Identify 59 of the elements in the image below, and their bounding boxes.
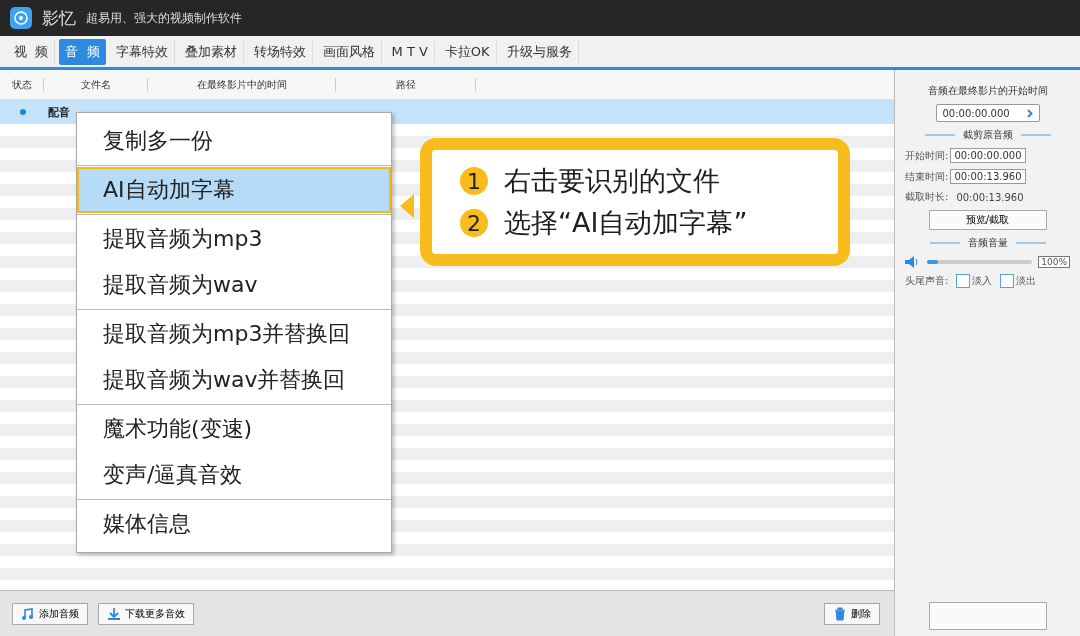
preview-button[interactable]: 预览/截取 bbox=[928, 210, 1047, 230]
menu-item[interactable]: 魔术功能(变速) bbox=[77, 406, 391, 452]
time-field[interactable]: 00:00:13.960 bbox=[950, 169, 1026, 184]
field-label: 开始时间: bbox=[905, 148, 949, 163]
file-name: 配音 bbox=[48, 104, 70, 120]
section-title: 音频音量 bbox=[967, 236, 1008, 250]
step-number: 2 bbox=[460, 209, 488, 237]
checkbox[interactable] bbox=[956, 274, 971, 288]
status-dot-icon bbox=[20, 109, 26, 115]
field-label: 截取时长: bbox=[905, 190, 949, 204]
column-header[interactable]: 路径 bbox=[336, 77, 476, 92]
menu-item[interactable]: 提取音频为mp3并替换回 bbox=[77, 311, 391, 357]
time-field[interactable]: 00:00:00.000 bbox=[950, 148, 1026, 163]
column-header[interactable]: 状态 bbox=[0, 77, 44, 92]
app-logo-icon bbox=[10, 7, 32, 29]
step-text: 右击要识别的文件 bbox=[504, 164, 720, 198]
volume-reading: 100% bbox=[1038, 256, 1070, 268]
field-label: 结束时间: bbox=[905, 169, 949, 184]
tab[interactable]: 音 频 bbox=[59, 38, 106, 65]
add-audio-button[interactable]: 添加音频 bbox=[12, 602, 88, 625]
section-title: 截剪原音频 bbox=[962, 128, 1013, 142]
tab[interactable]: 升级与服务 bbox=[500, 38, 579, 65]
chevron-right-icon bbox=[1026, 108, 1033, 118]
speaker-icon bbox=[905, 256, 921, 268]
step-number: 1 bbox=[460, 167, 488, 195]
menu-item[interactable]: 复制多一份 bbox=[77, 118, 391, 164]
app-name: 影忆 bbox=[42, 6, 76, 30]
column-header[interactable]: 文件名 bbox=[44, 77, 148, 92]
download-button[interactable]: 下载更多音效 bbox=[98, 602, 194, 625]
tab[interactable]: 叠加素材 bbox=[178, 38, 244, 65]
delete-button[interactable]: 删除 bbox=[824, 602, 880, 625]
volume-slider[interactable] bbox=[927, 260, 1033, 264]
tab[interactable]: 卡拉OK bbox=[438, 38, 497, 65]
column-header[interactable]: 在最终影片中的时间 bbox=[148, 77, 336, 92]
start-time-field[interactable]: 00:00:00.000 bbox=[935, 104, 1040, 122]
checkbox-label: 淡入 bbox=[972, 274, 993, 288]
panel-title: 音频在最终影片的开始时间 bbox=[927, 84, 1048, 98]
tab[interactable]: 转场特效 bbox=[247, 38, 313, 65]
tab[interactable]: M T V bbox=[385, 40, 435, 63]
checkbox-label: 淡出 bbox=[1016, 274, 1037, 288]
app-tagline: 超易用、强大的视频制作软件 bbox=[86, 9, 242, 27]
tab[interactable]: 视 频 bbox=[8, 38, 56, 65]
menu-item[interactable]: 提取音频为wav并替换回 bbox=[77, 357, 391, 403]
step-text: 选择“AI自动加字幕” bbox=[504, 206, 748, 240]
checkbox[interactable] bbox=[1000, 274, 1015, 288]
duration-value: 00:00:13.960 bbox=[956, 191, 1024, 203]
menu-item[interactable]: 变声/逼真音效 bbox=[77, 452, 391, 498]
download-icon bbox=[107, 606, 121, 621]
field-label: 头尾声音: bbox=[905, 274, 949, 288]
menu-item[interactable]: AI自动加字幕 bbox=[77, 167, 391, 213]
pointer-icon bbox=[400, 194, 414, 218]
music-note-icon bbox=[21, 606, 35, 621]
tab[interactable]: 画面风格 bbox=[316, 38, 382, 65]
menu-item[interactable]: 提取音频为mp3 bbox=[77, 216, 391, 262]
menu-item[interactable]: 媒体信息 bbox=[77, 501, 391, 547]
action-button[interactable] bbox=[928, 602, 1047, 630]
trash-icon bbox=[833, 606, 847, 621]
tab[interactable]: 字幕特效 bbox=[109, 38, 175, 65]
menu-item[interactable]: 提取音频为wav bbox=[77, 262, 391, 308]
